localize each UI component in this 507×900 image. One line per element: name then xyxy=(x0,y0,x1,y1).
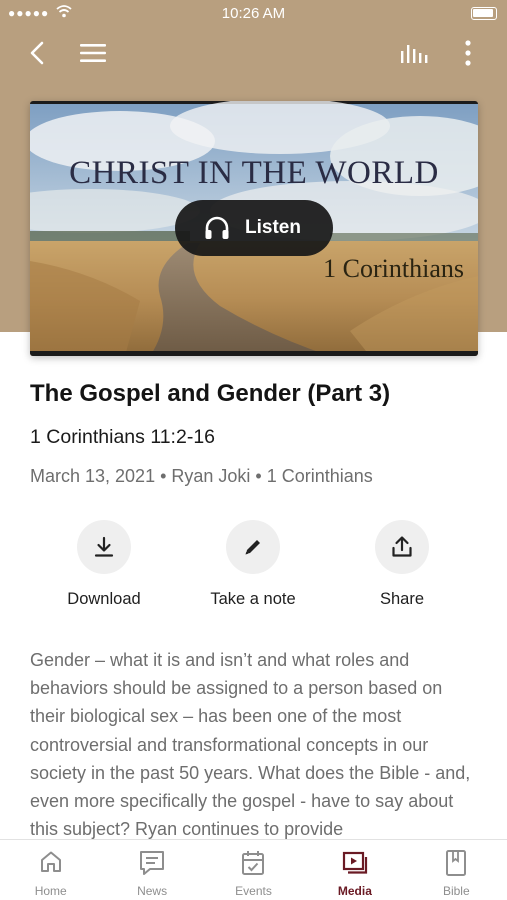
headphones-icon xyxy=(205,216,229,239)
media-icon xyxy=(342,851,367,874)
pencil-icon xyxy=(245,540,260,555)
tab-bible-label: Bible xyxy=(442,884,470,898)
action-row: Download Take a note Share xyxy=(0,518,507,618)
download-label: Download xyxy=(67,590,141,608)
status-bar: ●●●●● 10:26 AM xyxy=(0,0,507,28)
download-icon xyxy=(94,536,114,557)
share-circle[interactable] xyxy=(375,520,429,574)
tab-events-label: Events xyxy=(235,884,272,898)
tab-news[interactable]: News xyxy=(101,840,202,900)
sermon-artwork: CHRIST IN THE WORLD 1 Corinthians Listen xyxy=(30,101,478,356)
tab-news-label: News xyxy=(137,884,168,898)
nav-bar xyxy=(0,30,507,74)
news-icon xyxy=(140,851,165,875)
tab-bar: Home News Events Media Bible xyxy=(0,839,507,900)
hamburger-icon xyxy=(80,44,106,62)
tab-home[interactable]: Home xyxy=(0,840,101,900)
artwork-subtitle: 1 Corinthians xyxy=(323,254,464,283)
tab-home-label: Home xyxy=(34,884,67,898)
sermon-passage: 1 Corinthians 11:2-16 xyxy=(30,426,216,448)
take-note-circle[interactable] xyxy=(226,520,280,574)
status-time: 10:26 AM xyxy=(221,5,286,22)
back-button[interactable] xyxy=(20,36,54,70)
listen-button[interactable]: Listen xyxy=(175,200,333,256)
download-button[interactable]: Download xyxy=(29,518,179,609)
take-note-button[interactable]: Take a note xyxy=(178,518,328,609)
share-icon xyxy=(392,536,412,557)
battery-icon xyxy=(471,7,497,20)
chevron-left-icon xyxy=(30,41,44,65)
audio-bars-icon xyxy=(401,45,428,63)
menu-button[interactable] xyxy=(76,36,110,70)
audio-levels-button[interactable] xyxy=(397,36,431,70)
download-circle[interactable] xyxy=(77,520,131,574)
calendar-icon xyxy=(242,851,265,875)
more-vertical-icon xyxy=(465,40,471,66)
listen-label: Listen xyxy=(245,217,301,238)
tab-media[interactable]: Media xyxy=(304,840,405,900)
take-note-label: Take a note xyxy=(210,590,296,608)
tab-media-label: Media xyxy=(337,884,372,898)
share-label: Share xyxy=(379,590,425,608)
tab-bible[interactable]: Bible xyxy=(406,840,507,900)
home-icon xyxy=(40,851,61,872)
bible-icon xyxy=(446,850,467,876)
sermon-meta: March 13, 2021 • Ryan Joki • 1 Corinthia… xyxy=(30,466,373,486)
artwork-title: CHRIST IN THE WORLD xyxy=(69,155,439,191)
more-button[interactable] xyxy=(451,36,485,70)
tab-events[interactable]: Events xyxy=(203,840,304,900)
sermon-title: The Gospel and Gender (Part 3) xyxy=(30,380,391,407)
sermon-description: Gender – what it is and isn’t and what r… xyxy=(30,650,471,840)
share-button[interactable]: Share xyxy=(327,518,477,609)
